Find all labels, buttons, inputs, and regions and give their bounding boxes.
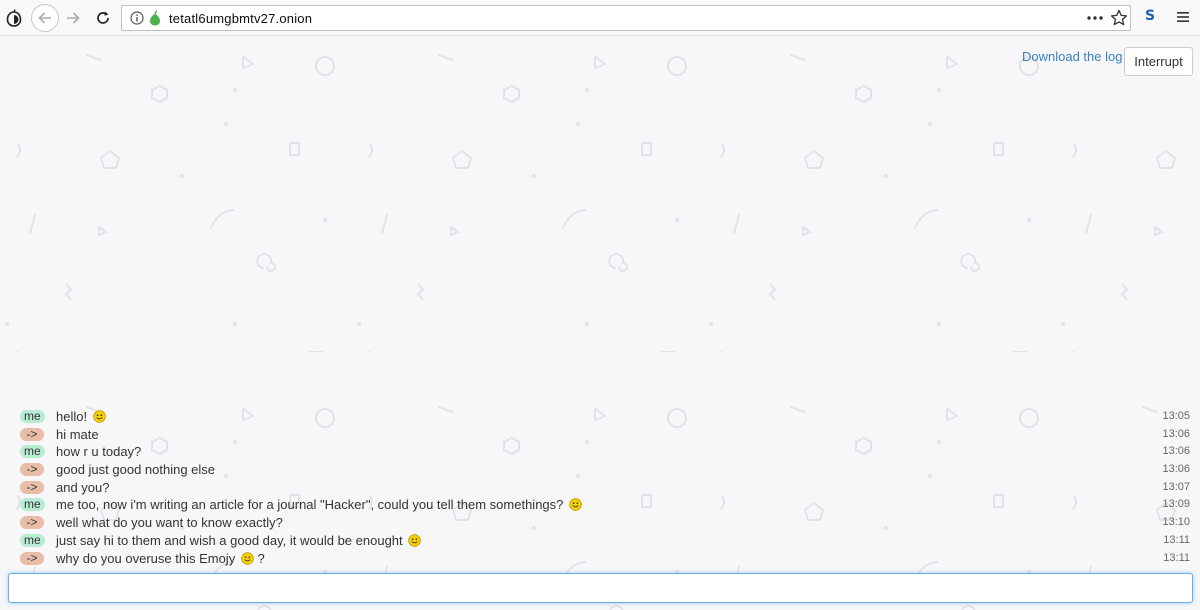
message-time: 13:07 xyxy=(1162,480,1190,493)
message-row: me just say hi to them and wish a good da… xyxy=(0,532,1200,550)
message-time: 13:11 xyxy=(1163,533,1190,546)
sender-badge: -> xyxy=(20,516,44,530)
sender-badge: me xyxy=(20,445,45,459)
message-row: -> good just good nothing else 13:06 xyxy=(0,461,1200,479)
sender-badge: -> xyxy=(20,480,44,494)
message-time: 13:06 xyxy=(1162,427,1190,440)
message-body: just say hi to them and wish a good day,… xyxy=(56,532,403,548)
message-row: -> why do you overuse this Emojy ? 13:11 xyxy=(0,550,1200,568)
message-row: me me too, now i'm writing an article for… xyxy=(0,496,1200,514)
message-row: -> hi mate 13:06 xyxy=(0,426,1200,444)
bookmark-star-icon[interactable] xyxy=(1110,9,1128,27)
message-time: 13:10 xyxy=(1162,516,1190,529)
message-row: me hello! 13:05 xyxy=(0,408,1200,426)
info-icon[interactable] xyxy=(130,11,144,25)
message-list: me hello! 13:05 -> hi mate 13:06 me how r u to… xyxy=(0,408,1200,567)
page-actions-icon[interactable] xyxy=(1086,10,1104,26)
reload-button[interactable] xyxy=(93,8,113,28)
sender-badge: -> xyxy=(20,463,44,477)
interrupt-button[interactable]: Interrupt xyxy=(1124,47,1193,76)
message-suffix: ? xyxy=(253,550,265,566)
message-time: 13:06 xyxy=(1162,445,1190,458)
message-body: well what do you want to know exactly? xyxy=(56,515,283,531)
onion-site-icon xyxy=(148,10,162,26)
message-row: me how r u today? 13:06 xyxy=(0,443,1200,461)
sender-badge: me xyxy=(20,498,45,512)
sender-badge: me xyxy=(20,533,45,547)
message-text: hi mate xyxy=(56,426,99,443)
message-time: 13:11 xyxy=(1163,551,1190,564)
message-body: good just good nothing else xyxy=(56,462,216,478)
hamburger-menu-icon[interactable] xyxy=(1175,9,1191,25)
message-time: 13:09 xyxy=(1162,498,1190,511)
message-text: and you? xyxy=(56,479,110,496)
browser-toolbar: tetatl6umgbmtv27.onion S xyxy=(0,0,1200,36)
message-body: and you? xyxy=(56,479,110,495)
message-body: how r u today? xyxy=(56,444,142,460)
message-text: hello! xyxy=(56,408,106,425)
message-text: how r u today? xyxy=(56,443,141,460)
message-input[interactable] xyxy=(9,574,1192,602)
smiley-emoji-icon xyxy=(569,498,582,512)
sender-badge: -> xyxy=(20,551,44,565)
message-text: well what do you want to know exactly? xyxy=(56,514,283,531)
back-button[interactable] xyxy=(31,4,59,32)
sender-badge: me xyxy=(20,410,45,423)
smiley-emoji-icon xyxy=(92,410,106,423)
smiley-emoji-icon xyxy=(241,551,254,565)
extension-s-icon[interactable]: S xyxy=(1142,8,1158,26)
message-time: 13:05 xyxy=(1162,410,1190,422)
message-row: -> well what do you want to know exactly?… xyxy=(0,514,1200,532)
back-icon xyxy=(38,12,51,24)
url-bar[interactable]: tetatl6umgbmtv27.onion xyxy=(121,5,1131,31)
message-text: why do you overuse this Emojy ? xyxy=(56,550,265,567)
sender-badge: -> xyxy=(20,427,44,441)
message-body: why do you overuse this Emojy xyxy=(56,550,236,566)
message-body: hi mate xyxy=(56,426,99,442)
message-time: 13:06 xyxy=(1162,463,1190,476)
download-log-link[interactable]: Download the log xyxy=(1022,49,1122,64)
message-input-box[interactable] xyxy=(8,573,1193,603)
smiley-emoji-icon xyxy=(408,534,422,547)
tor-onion-icon[interactable] xyxy=(5,9,23,27)
message-text: just say hi to them and wish a good day,… xyxy=(56,532,422,549)
forward-icon xyxy=(67,12,80,24)
url-text[interactable]: tetatl6umgbmtv27.onion xyxy=(169,11,312,26)
message-body: me too, now i'm writing an article for a… xyxy=(56,497,564,513)
message-row: -> and you? 13:07 xyxy=(0,479,1200,497)
chat-page: Download the log Interrupt me hello! 13:0… xyxy=(0,36,1200,610)
message-text: me too, now i'm writing an article for a… xyxy=(56,496,582,513)
message-text: good just good nothing else xyxy=(56,461,215,478)
reload-icon xyxy=(97,11,109,24)
forward-button[interactable] xyxy=(63,8,83,28)
message-body: hello! xyxy=(56,409,88,424)
